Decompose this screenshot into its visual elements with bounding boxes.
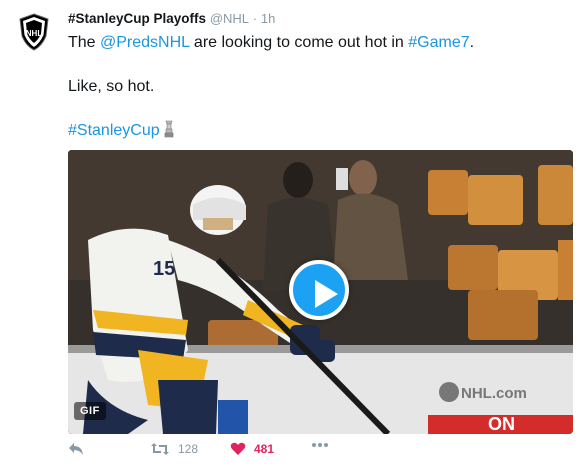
gif-badge: GIF [74,402,106,420]
nhl-avatar[interactable]: NHL [14,12,54,52]
nhl-watermark: NHL.com [461,385,527,402]
tweet-text: The @PredsNHL are looking to come out ho… [68,32,568,145]
retweet-count: 128 [178,442,199,456]
tweet-line-2: Like, so hot. [68,78,155,95]
timestamp[interactable]: 1h [261,11,275,26]
gif-media[interactable]: ON NHL.com 15 GIF [68,150,573,434]
tweet-header: #StanleyCup Playoffs @NHL · 1h [68,11,275,26]
like-button[interactable]: 481 [230,442,274,456]
jersey-number: 15 [153,258,175,280]
hashtag-game7[interactable]: #Game7 [408,34,469,51]
text-segment: The [68,34,101,51]
heart-icon [230,442,246,455]
mention-link[interactable]: @PredsNHL [100,34,189,51]
reply-icon [69,443,83,455]
more-icon [312,443,328,447]
user-handle[interactable]: @NHL [210,11,249,26]
retweet-button[interactable]: 128 [150,442,198,456]
svg-text:NHL: NHL [26,29,43,38]
hashtag-stanleycup[interactable]: #StanleyCup [68,122,160,139]
reply-button[interactable] [68,442,84,456]
retweet-icon [151,443,169,455]
svg-text:ON: ON [488,414,515,434]
separator: · [252,11,258,26]
tweet-line-3: #StanleyCup [68,120,568,145]
trophy-cup-icon [163,120,175,145]
play-icon [315,280,338,308]
display-name[interactable]: #StanleyCup Playoffs [68,11,206,26]
tweet-actions: 128 481 [68,442,568,462]
more-button[interactable] [311,442,329,448]
text-segment: are looking to come out hot in [189,34,409,51]
like-count: 481 [254,442,275,456]
play-button[interactable] [289,260,349,320]
tweet-line-1: The @PredsNHL are looking to come out ho… [68,32,568,54]
text-segment: . [469,34,475,51]
